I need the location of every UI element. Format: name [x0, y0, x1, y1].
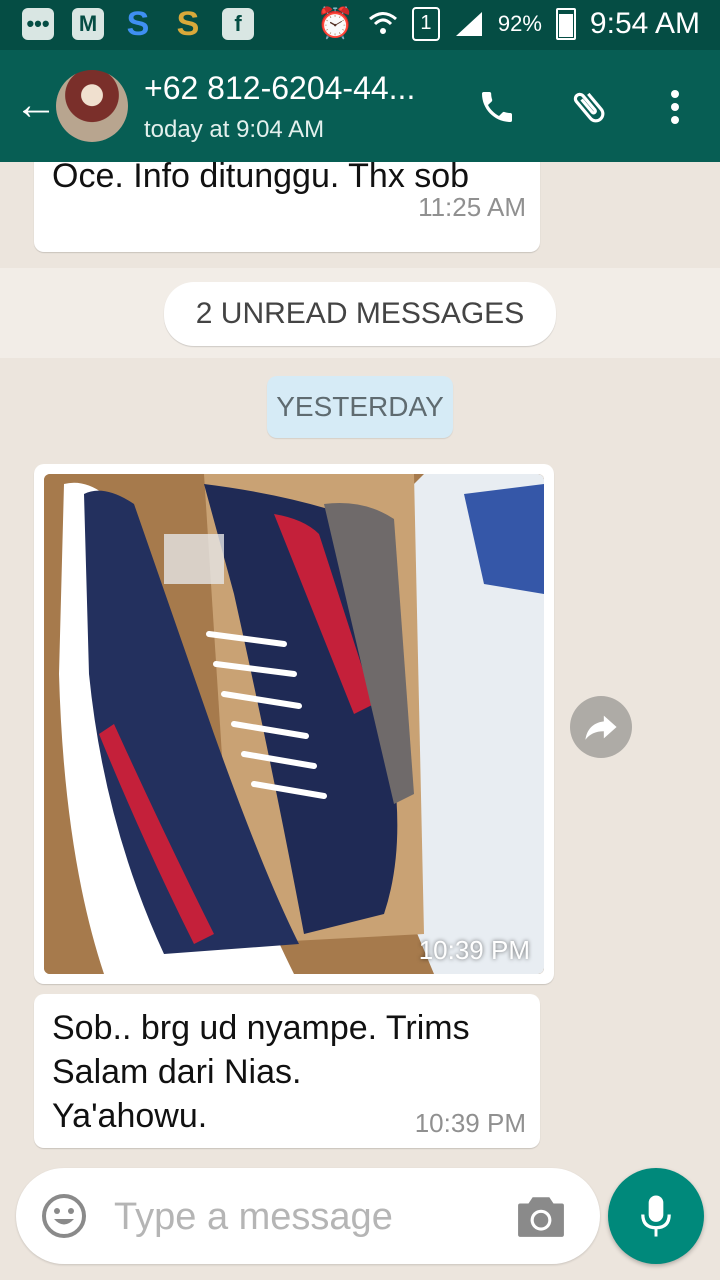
avatar[interactable] — [56, 70, 128, 142]
forward-icon[interactable] — [570, 696, 632, 758]
shoe-photo[interactable]: 10:39 PM — [44, 474, 544, 974]
microphone-button[interactable] — [608, 1168, 704, 1264]
message-time: 10:39 PM — [414, 1108, 526, 1138]
message-line: Ya'ahowu. — [52, 1097, 208, 1135]
back-arrow-icon[interactable]: ← — [14, 80, 58, 130]
last-seen: today at 9:04 AM — [144, 116, 325, 143]
alarm-icon: ⏰ — [316, 7, 354, 40]
gmail-icon: M — [72, 8, 104, 40]
status-bar: ••• M S S f ⏰ 1 92% 9:54 AM — [0, 0, 720, 50]
clock: 9:54 AM — [589, 6, 700, 40]
message-bubble[interactable]: Sob.. brg ud nyampe. Trims Salam dari Ni… — [34, 994, 540, 1148]
message-bubble[interactable]: Oce. Info ditunggu. Thx sob 11:25 AM — [34, 162, 540, 252]
app-s-blue-icon: S — [126, 4, 150, 43]
shoe-image — [44, 474, 544, 974]
message-line: Salam dari Nias. — [52, 1053, 302, 1091]
camera-icon[interactable] — [516, 1192, 566, 1240]
sim-indicator: 1 — [411, 6, 440, 41]
contact-name[interactable]: +62 812-6204-44... — [144, 70, 415, 107]
photo-message[interactable]: 10:39 PM — [34, 464, 554, 984]
system-indicators: ⏰ 1 92% 9:54 AM — [317, 6, 700, 41]
message-text: Oce. Info ditunggu. Thx sob — [52, 162, 470, 195]
microphone-icon — [641, 1195, 671, 1237]
message-time: 11:25 AM — [418, 192, 526, 222]
message-composer — [16, 1168, 600, 1264]
message-line: Sob.. brg ud nyampe. Trims — [52, 1009, 470, 1047]
phone-icon[interactable] — [472, 82, 522, 132]
app-s-gold-icon: S — [176, 4, 200, 43]
chat-area[interactable]: Oce. Info ditunggu. Thx sob 11:25 AM 2 U… — [0, 162, 720, 1167]
unread-messages-label: 2 UNREAD MESSAGES — [164, 282, 556, 346]
chat-header: ← +62 812-6204-44... today at 9:04 AM — [0, 50, 720, 162]
attach-icon[interactable] — [564, 82, 614, 132]
wifi-icon — [368, 11, 397, 34]
more-options-icon[interactable] — [650, 82, 700, 132]
date-divider: YESTERDAY — [267, 376, 453, 438]
photo-time: 10:39 PM — [418, 935, 530, 965]
signal-icon — [455, 11, 482, 36]
message-input[interactable] — [112, 1186, 496, 1248]
notification-icons: ••• M S S f — [22, 4, 254, 43]
battery-icon — [555, 7, 576, 40]
battery-percent: 92% — [497, 10, 542, 36]
messages-icon: ••• — [22, 8, 54, 40]
emoji-icon[interactable] — [40, 1192, 88, 1240]
facebook-icon: f — [222, 8, 254, 40]
